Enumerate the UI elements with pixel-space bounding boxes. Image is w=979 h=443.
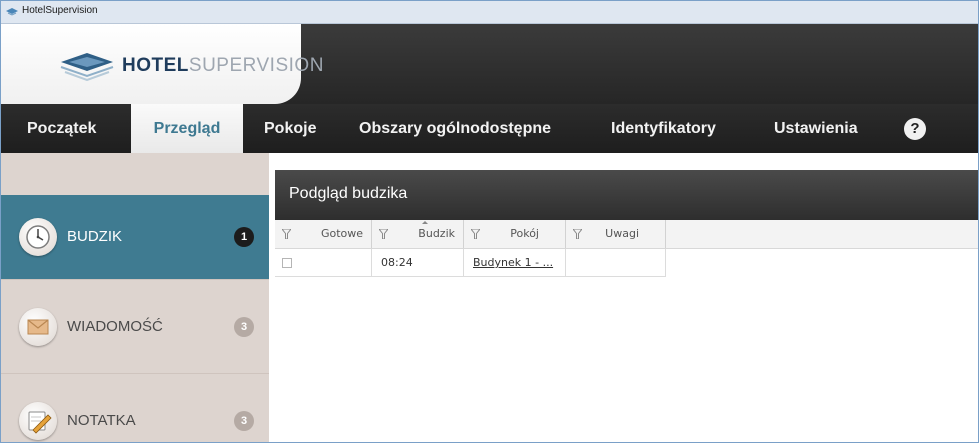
column-header-pokoj[interactable]: Pokój — [464, 220, 566, 248]
logo-wordmark: HOTELSUPERVISION — [122, 55, 324, 77]
alarm-clock-icon — [19, 218, 57, 256]
cell-gotowe — [275, 249, 372, 276]
column-header-uwagi[interactable]: Uwagi — [566, 220, 666, 248]
count-badge-budzik: 1 — [234, 227, 254, 247]
app-icon — [6, 8, 18, 16]
title-bar: HotelSupervision — [1, 1, 978, 24]
sidebar-label-wiadomosc: WIADOMOŚĆ — [67, 318, 163, 335]
filter-icon[interactable] — [282, 229, 291, 239]
table-row[interactable]: 08:24 Budynek 1 - ... — [275, 249, 666, 277]
sidebar: BUDZIK 1 WIADOMOŚĆ 3 NOTATKA 3 — [1, 153, 269, 442]
logo-text-supervision: SUPERVISION — [188, 55, 324, 76]
note-pencil-icon — [19, 402, 57, 440]
column-label: Gotowe — [320, 227, 363, 240]
hotel-supervision-logo-icon — [60, 53, 114, 81]
window-title: HotelSupervision — [22, 5, 98, 16]
room-link[interactable]: Budynek 1 - ... — [473, 249, 553, 276]
app-window: HotelSupervision HOTELSUPERVISION Począt… — [0, 0, 979, 443]
help-button[interactable]: ? — [904, 118, 926, 140]
filter-icon[interactable] — [573, 229, 582, 239]
logo-text-hotel: HOTEL — [122, 55, 189, 76]
panel-title: Podgląd budzika — [289, 185, 408, 202]
alarm-time: 08:24 — [381, 256, 413, 269]
column-header-gotowe[interactable]: Gotowe — [275, 220, 372, 248]
sidebar-item-notatka[interactable]: NOTATKA 3 — [1, 379, 269, 442]
main-nav: Początek Przegląd Pokoje Obszary ogólnod… — [1, 104, 978, 153]
cell-uwagi — [566, 249, 666, 276]
sidebar-label-notatka: NOTATKA — [67, 412, 136, 429]
panel-header: Podgląd budzika — [275, 170, 978, 220]
column-label: Pokój — [510, 227, 539, 240]
nav-tab-obszary[interactable]: Obszary ogólnodostępne — [359, 104, 551, 153]
nav-tab-pokoje[interactable]: Pokoje — [264, 104, 316, 153]
count-badge-wiadomosc: 3 — [234, 317, 254, 337]
nav-tab-identyfikatory[interactable]: Identyfikatory — [611, 104, 716, 153]
nav-tab-przeglad[interactable]: Przegląd — [131, 104, 243, 153]
count-badge-notatka: 3 — [234, 411, 254, 431]
envelope-icon — [19, 308, 57, 346]
sidebar-divider — [1, 279, 269, 280]
column-label: Budzik — [418, 227, 455, 240]
filter-icon[interactable] — [379, 229, 388, 239]
nav-tab-poczatek[interactable]: Początek — [27, 104, 96, 153]
cell-budzik: 08:24 — [372, 249, 464, 276]
column-label: Uwagi — [605, 227, 639, 240]
column-header-budzik[interactable]: Budzik — [372, 220, 464, 248]
alarm-grid: Gotowe Budzik Pokój Uwagi 08:24 Budynek … — [275, 220, 978, 442]
sidebar-divider — [1, 373, 269, 374]
filter-icon[interactable] — [471, 229, 480, 239]
done-checkbox[interactable] — [282, 258, 292, 268]
main-content: Podgląd budzika Gotowe Budzik Pokój Uwag… — [269, 153, 978, 442]
sidebar-item-budzik[interactable]: BUDZIK 1 — [1, 195, 269, 279]
sidebar-label-budzik: BUDZIK — [67, 228, 123, 245]
logo-area: HOTELSUPERVISION — [1, 24, 323, 104]
sidebar-item-wiadomosc[interactable]: WIADOMOŚĆ 3 — [1, 285, 269, 369]
grid-header-row: Gotowe Budzik Pokój Uwagi — [275, 220, 978, 249]
cell-pokoj: Budynek 1 - ... — [464, 249, 566, 276]
app-header: HOTELSUPERVISION — [1, 24, 978, 104]
nav-tab-ustawienia[interactable]: Ustawienia — [774, 104, 858, 153]
